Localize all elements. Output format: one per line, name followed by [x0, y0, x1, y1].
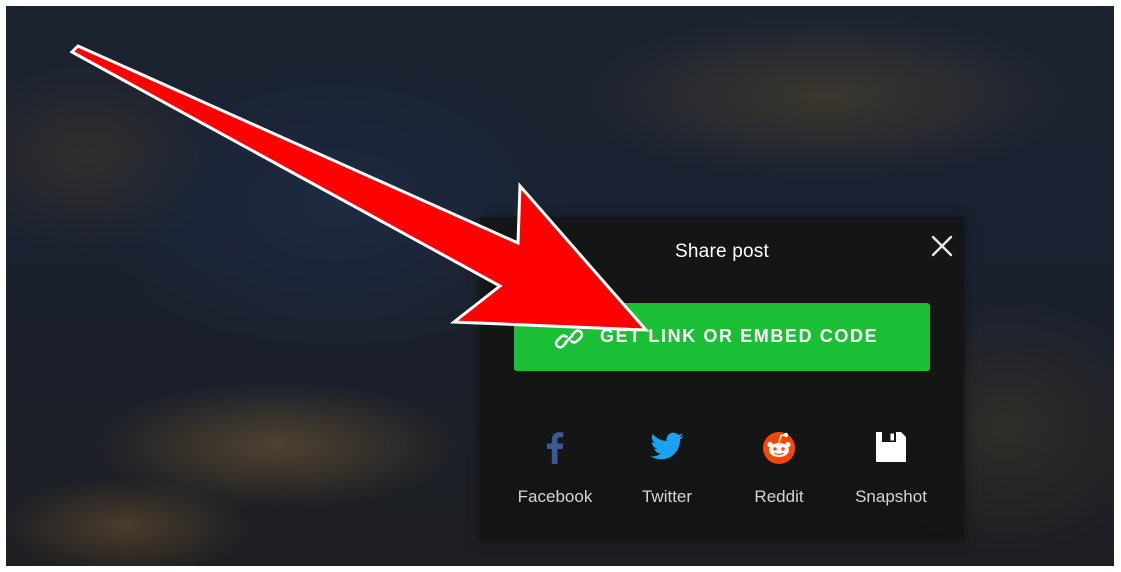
save-icon — [876, 432, 906, 462]
share-post-dialog: Share post GET LINK OR EMBED CODE Facebo — [480, 217, 964, 539]
close-icon — [931, 235, 953, 257]
share-reddit-label: Reddit — [754, 487, 804, 506]
close-button[interactable] — [927, 231, 957, 261]
share-snapshot-button[interactable]: Snapshot — [836, 429, 946, 519]
reddit-icon — [763, 432, 795, 464]
share-twitter-button[interactable]: Twitter — [612, 429, 722, 519]
dialog-title: Share post — [675, 241, 769, 262]
share-snapshot-label: Snapshot — [855, 487, 927, 506]
share-facebook-label: Facebook — [517, 487, 593, 506]
twitter-icon — [650, 432, 684, 460]
facebook-icon — [547, 432, 564, 464]
share-facebook-button[interactable]: Facebook — [500, 429, 610, 519]
share-reddit-button[interactable]: Reddit — [724, 429, 834, 519]
get-link-embed-button[interactable]: GET LINK OR EMBED CODE — [514, 303, 930, 371]
link-icon — [554, 329, 584, 349]
share-twitter-label: Twitter — [641, 487, 693, 506]
background-photo: Share post GET LINK OR EMBED CODE Facebo — [6, 6, 1114, 566]
get-link-embed-label: GET LINK OR EMBED CODE — [600, 326, 879, 346]
